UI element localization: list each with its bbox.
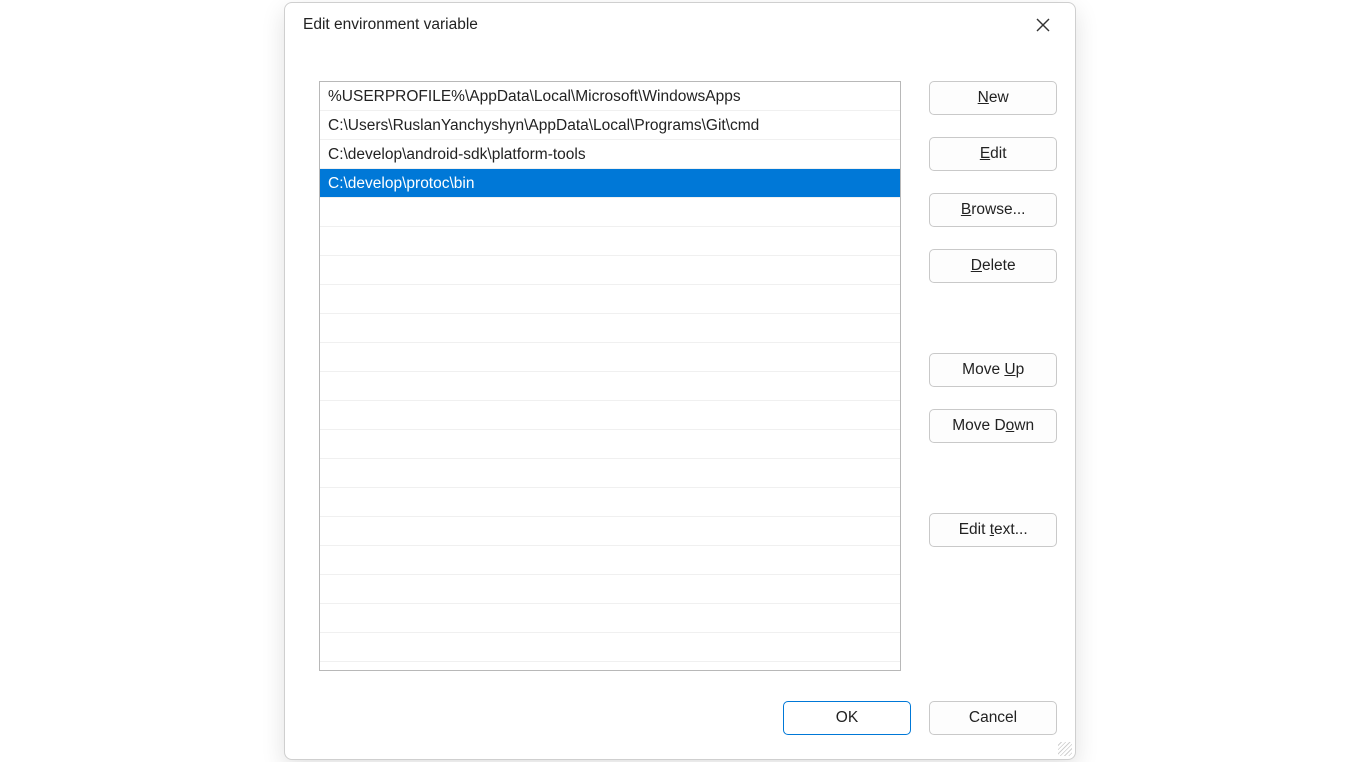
path-list-empty-row[interactable] xyxy=(320,430,900,459)
edit-text-button[interactable]: Edit text... xyxy=(929,513,1057,547)
path-list-empty-row[interactable] xyxy=(320,488,900,517)
path-list-empty-row[interactable] xyxy=(320,546,900,575)
close-icon xyxy=(1036,18,1050,32)
dialog-title: Edit environment variable xyxy=(303,16,478,34)
ok-button[interactable]: OK xyxy=(783,701,911,735)
path-list-item[interactable]: C:\develop\protoc\bin xyxy=(320,169,900,198)
delete-button[interactable]: Delete xyxy=(929,249,1057,283)
close-button[interactable] xyxy=(1023,9,1063,41)
path-list-item[interactable]: C:\Users\RuslanYanchyshyn\AppData\Local\… xyxy=(320,111,900,140)
edit-env-var-dialog: Edit environment variable %USERPROFILE%\… xyxy=(284,2,1076,760)
path-list-empty-row[interactable] xyxy=(320,459,900,488)
path-list-empty-row[interactable] xyxy=(320,633,900,662)
resize-grip-icon[interactable] xyxy=(1058,742,1072,756)
move-up-button[interactable]: Move Up xyxy=(929,353,1057,387)
path-list-empty-row[interactable] xyxy=(320,227,900,256)
path-list-empty-row[interactable] xyxy=(320,575,900,604)
dialog-footer: OK Cancel xyxy=(285,691,1075,759)
cancel-button[interactable]: Cancel xyxy=(929,701,1057,735)
new-button[interactable]: New xyxy=(929,81,1057,115)
browse-button[interactable]: Browse... xyxy=(929,193,1057,227)
edit-button[interactable]: Edit xyxy=(929,137,1057,171)
path-list-item[interactable]: C:\develop\android-sdk\platform-tools xyxy=(320,140,900,169)
path-list-empty-row[interactable] xyxy=(320,343,900,372)
path-list-empty-row[interactable] xyxy=(320,372,900,401)
path-listbox[interactable]: %USERPROFILE%\AppData\Local\Microsoft\Wi… xyxy=(319,81,901,671)
path-list-empty-row[interactable] xyxy=(320,401,900,430)
path-list-empty-row[interactable] xyxy=(320,256,900,285)
path-list-empty-row[interactable] xyxy=(320,285,900,314)
titlebar: Edit environment variable xyxy=(285,3,1075,47)
dialog-content: %USERPROFILE%\AppData\Local\Microsoft\Wi… xyxy=(285,47,1075,691)
path-list-item[interactable]: %USERPROFILE%\AppData\Local\Microsoft\Wi… xyxy=(320,82,900,111)
move-down-button[interactable]: Move Down xyxy=(929,409,1057,443)
path-list-empty-row[interactable] xyxy=(320,314,900,343)
path-list-empty-row[interactable] xyxy=(320,517,900,546)
path-list-empty-row[interactable] xyxy=(320,198,900,227)
path-list-empty-row[interactable] xyxy=(320,604,900,633)
side-button-column: New Edit Browse... Delete Move Up Move D… xyxy=(929,81,1057,681)
